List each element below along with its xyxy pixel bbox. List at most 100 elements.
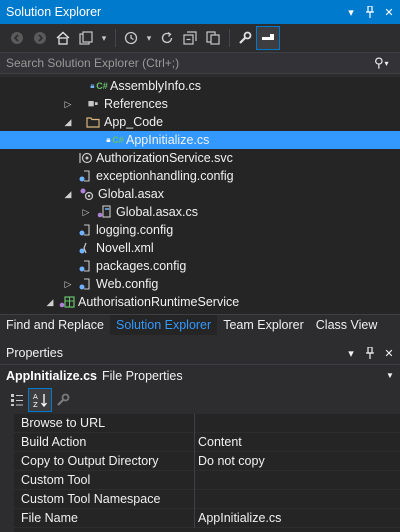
tree-item-label: AssemblyInfo.cs [110, 79, 202, 93]
preview-selected-items-icon[interactable] [256, 26, 280, 50]
tree-item-exceptionhandling[interactable]: exceptionhandling.config [0, 167, 400, 185]
property-divider [194, 452, 195, 471]
search-input[interactable]: Search Solution Explorer (Ctrl+;) ⚲ ▾ [0, 52, 400, 74]
pin-icon[interactable] [362, 345, 378, 361]
show-all-files-icon[interactable] [202, 27, 224, 49]
close-icon[interactable]: ✕ [381, 4, 397, 20]
property-row-custom-tool[interactable]: Custom Tool [0, 471, 400, 490]
toolbar-separator [115, 29, 116, 47]
home-icon[interactable] [52, 27, 74, 49]
solution-explorer-toolbar: ▾ ▾ [0, 24, 400, 52]
tree-item-label: AuthorisationRuntimeService [78, 295, 240, 309]
collapse-arrow-icon[interactable]: ◢ [62, 113, 74, 131]
config-file-icon [76, 275, 94, 293]
tree-item-web-config[interactable]: ▷ Web.config [0, 275, 400, 293]
tree-item-label: App_Code [104, 115, 164, 129]
expand-arrow-icon[interactable]: ▷ [80, 203, 92, 221]
tab-find-and-replace[interactable]: Find and Replace [0, 315, 110, 335]
property-name: Build Action [21, 435, 87, 449]
chevron-down-icon[interactable]: ▼ [386, 371, 400, 380]
folder-icon [84, 113, 102, 131]
expand-arrow-icon[interactable]: ▷ [62, 275, 74, 293]
property-name: Copy to Output Directory [21, 454, 159, 468]
tool-window-tabs: Find and Replace Solution Explorer Team … [0, 314, 400, 335]
property-row-browse-to-url[interactable]: Browse to URL [0, 414, 400, 433]
tree-item-authorizationservice[interactable]: AuthorizationService.svc [0, 149, 400, 167]
property-value[interactable]: AppInitialize.cs [198, 511, 281, 525]
property-value[interactable]: Do not copy [198, 454, 265, 468]
switch-views-dropdown-icon[interactable]: ▾ [98, 27, 110, 49]
filter-dropdown-icon[interactable]: ▾ [143, 27, 155, 49]
tree-item-global-asax[interactable]: ◢ Global.asax [0, 185, 400, 203]
tab-team-explorer[interactable]: Team Explorer [217, 315, 310, 335]
property-divider [194, 509, 195, 528]
toolbar-separator [229, 29, 230, 47]
references-icon: ■▪ [87, 98, 99, 110]
tab-class-view[interactable]: Class View [310, 315, 384, 335]
expand-arrow-icon[interactable]: ▷ [62, 95, 74, 113]
asax-file-icon [78, 185, 96, 203]
property-divider [194, 490, 195, 509]
tree-item-appinitialize[interactable]: 🔒︎ C# AppInitialize.cs [0, 131, 400, 149]
refresh-icon[interactable] [156, 27, 178, 49]
property-value[interactable]: Content [198, 435, 242, 449]
search-icon[interactable]: ⚲ ▾ [374, 55, 400, 71]
tree-item-assemblyinfo[interactable]: 🔒︎ C# AssemblyInfo.cs [0, 77, 400, 95]
property-divider [194, 471, 195, 490]
property-name: Custom Tool [21, 473, 91, 487]
categorized-icon[interactable] [6, 389, 28, 411]
tree-item-references[interactable]: ▷ ■▪ References [0, 95, 400, 113]
property-row-build-action[interactable]: Build Action Content [0, 433, 400, 452]
tree-item-novell-xml[interactable]: Novell.xml [0, 239, 400, 257]
tree-item-authorisationruntimeservice[interactable]: ◢ AuthorisationRuntimeService [0, 293, 400, 311]
property-grid: Browse to URL Build Action Content Copy … [0, 414, 400, 532]
object-selector[interactable]: AppInitialize.cs File Properties ▼ [0, 364, 400, 386]
tree-item-label: exceptionhandling.config [96, 169, 234, 183]
tree-item-label: References [104, 97, 168, 111]
property-pages-wrench-icon[interactable] [52, 389, 74, 411]
web-project-icon [58, 293, 76, 311]
svg-text:A: A [33, 393, 38, 401]
tree-item-packages-config[interactable]: packages.config [0, 257, 400, 275]
close-icon[interactable]: ✕ [381, 345, 397, 361]
tab-solution-explorer[interactable]: Solution Explorer [109, 315, 218, 335]
tree-item-logging-config[interactable]: logging.config [0, 221, 400, 239]
tree-item-app-code[interactable]: ◢ App_Code [0, 113, 400, 131]
tree-item-label: logging.config [96, 223, 174, 237]
xml-file-icon [76, 239, 94, 257]
tree-item-label: Global.asax.cs [116, 205, 198, 219]
property-row-file-name[interactable]: File Name AppInitialize.cs [0, 509, 400, 528]
search-placeholder: Search Solution Explorer (Ctrl+;) [6, 56, 180, 70]
property-name: Custom Tool Namespace [21, 492, 161, 506]
collapse-arrow-icon[interactable]: ◢ [44, 293, 56, 311]
pin-icon[interactable] [362, 4, 378, 20]
property-name: Browse to URL [21, 416, 106, 430]
alphabetical-sort-icon[interactable]: AZ [28, 388, 52, 412]
selected-object-name: AppInitialize.cs [6, 368, 97, 383]
collapse-arrow-icon[interactable]: ◢ [62, 185, 74, 203]
pending-changes-filter-icon[interactable] [120, 27, 142, 49]
back-icon[interactable] [6, 27, 28, 49]
tree-item-label: Novell.xml [96, 241, 154, 255]
property-row-custom-tool-namespace[interactable]: Custom Tool Namespace [0, 490, 400, 509]
config-file-icon [76, 257, 94, 275]
property-divider [194, 414, 195, 433]
properties-toolbar: AZ [0, 388, 400, 412]
dropdown-icon[interactable]: ▾ [343, 4, 359, 20]
properties-titlebar: Properties ▾ ✕ [0, 342, 400, 364]
solution-tree: 🔒︎ C# AssemblyInfo.cs ▷ ■▪ References ◢ A… [0, 77, 400, 314]
property-row-copy-to-output[interactable]: Copy to Output Directory Do not copy [0, 452, 400, 471]
tree-item-label: AppInitialize.cs [126, 133, 210, 147]
csharp-file-icon [96, 203, 114, 221]
search-options-dropdown-icon[interactable]: ▾ [384, 59, 389, 68]
tree-item-global-asax-cs[interactable]: ▷ Global.asax.cs [0, 203, 400, 221]
forward-icon[interactable] [29, 27, 51, 49]
config-file-icon [76, 167, 94, 185]
collapse-all-icon[interactable] [179, 27, 201, 49]
solution-explorer-title: Solution Explorer [6, 5, 102, 19]
switch-views-icon[interactable] [75, 27, 97, 49]
tree-item-label: Global.asax [98, 187, 165, 201]
tree-item-label: Web.config [96, 277, 159, 291]
dropdown-icon[interactable]: ▾ [343, 345, 359, 361]
properties-wrench-icon[interactable] [234, 27, 256, 49]
